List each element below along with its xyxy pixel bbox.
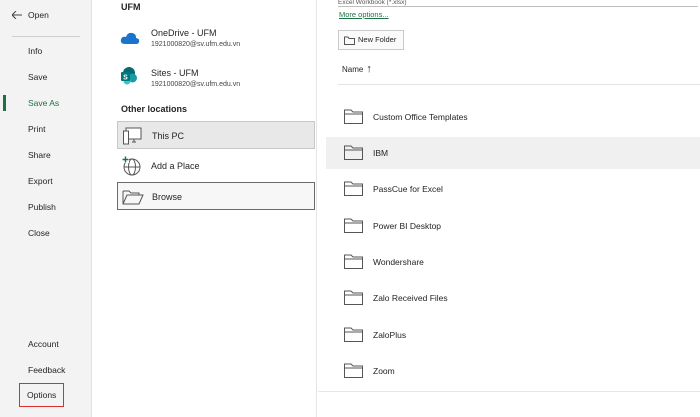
backstage-nav: Open Info Save Save As Print Share Expor… [0, 0, 92, 417]
folder-row[interactable]: Wondershare [326, 246, 700, 278]
section-other-locations: Other locations [121, 104, 188, 114]
add-place-button[interactable]: Add a Place [117, 152, 315, 180]
onedrive-email: 1921000820@sv.ufm.edu.vn [151, 41, 241, 48]
new-folder-icon [344, 36, 355, 45]
nav-print[interactable]: Print [0, 118, 91, 140]
nav-options[interactable]: Options [27, 384, 56, 406]
folder-icon [344, 109, 363, 124]
nav-account[interactable]: Account [0, 333, 91, 355]
folder-row[interactable]: Zoom [326, 355, 700, 387]
nav-divider [12, 36, 80, 37]
folder-name: Zoom [373, 366, 395, 376]
folder-row[interactable]: Power BI Desktop [326, 210, 700, 242]
folder-icon [344, 327, 363, 342]
list-header-separator [338, 84, 700, 85]
this-pc-button[interactable]: This PC [117, 121, 315, 149]
folder-open-icon [122, 190, 144, 205]
section-ufm: UFM [121, 2, 141, 12]
folder-row[interactable]: ZaloPlus [326, 319, 700, 351]
folder-row[interactable]: IBM [326, 137, 700, 169]
folder-name: ZaloPlus [373, 330, 407, 340]
browse-button[interactable]: Browse [117, 182, 315, 210]
nav-save-as[interactable]: Save As [0, 92, 91, 114]
nav-publish[interactable]: Publish [0, 196, 91, 218]
cloud-icon [120, 32, 140, 44]
folder-icon [344, 290, 363, 305]
sort-ascending-icon: ↑ [366, 63, 372, 75]
folder-icon [344, 254, 363, 269]
sharepoint-icon: S [121, 67, 137, 85]
folder-name: Zalo Received Files [373, 293, 448, 303]
nav-feedback[interactable]: Feedback [0, 359, 91, 381]
name-column-header[interactable]: Name ↑ [342, 63, 372, 75]
svg-text:S: S [123, 74, 128, 81]
active-indicator [3, 95, 6, 111]
nav-close[interactable]: Close [0, 222, 91, 244]
nav-save[interactable]: Save [0, 66, 91, 88]
sites-email: 1921000820@sv.ufm.edu.vn [151, 81, 241, 88]
folder-row[interactable]: Zalo Received Files [326, 282, 700, 314]
file-type-select[interactable]: Excel Workbook (*.xlsx) [338, 0, 698, 7]
pane-separator [316, 0, 317, 417]
sites-title[interactable]: Sites - UFM [151, 68, 199, 78]
new-folder-button[interactable]: New Folder [338, 30, 404, 50]
list-bottom-border [318, 391, 700, 392]
folder-name: Power BI Desktop [373, 221, 442, 231]
folder-icon [344, 363, 363, 378]
nav-export[interactable]: Export [0, 170, 91, 192]
globe-icon [122, 156, 141, 176]
folder-name: PassCue for Excel [373, 184, 443, 194]
nav-open[interactable]: Open [0, 4, 91, 26]
folder-name: IBM [373, 148, 389, 158]
nav-share[interactable]: Share [0, 144, 91, 166]
folder-icon [344, 218, 363, 233]
folder-name: Wondershare [373, 257, 424, 267]
folder-icon [344, 145, 363, 160]
folder-icon [344, 181, 363, 196]
more-options-link[interactable]: More options... [339, 10, 389, 19]
folder-row[interactable]: Custom Office Templates [326, 101, 700, 133]
computer-icon [123, 127, 142, 145]
nav-info[interactable]: Info [0, 40, 91, 62]
folder-name: Custom Office Templates [373, 112, 468, 122]
onedrive-title[interactable]: OneDrive - UFM [151, 28, 217, 38]
folder-row[interactable]: PassCue for Excel [326, 173, 700, 205]
